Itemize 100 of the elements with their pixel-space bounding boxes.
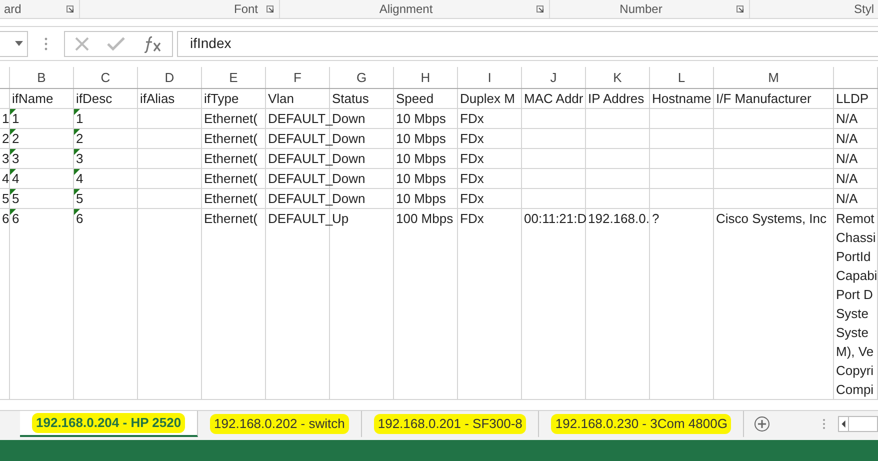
table-cell[interactable]: 10 Mbps [394,189,458,209]
table-cell[interactable] [586,189,650,209]
table-cell[interactable]: Down [330,109,394,129]
table-cell[interactable]: N/A [834,109,878,129]
table-cell[interactable]: ifDesc [74,89,138,109]
table-cell[interactable] [650,129,714,149]
table-cell[interactable]: Ethernet( [202,169,266,189]
table-cell[interactable]: 4 [10,169,74,189]
table-cell[interactable]: 10 Mbps [394,169,458,189]
table-cell[interactable] [650,169,714,189]
table-cell[interactable]: 3 [74,149,138,169]
table-cell[interactable]: I/F Manufacturer [714,89,834,109]
table-cell[interactable]: 192.168.0. [586,209,650,400]
table-cell[interactable]: 3 [0,149,10,169]
table-cell[interactable] [138,209,202,400]
table-cell[interactable]: Down [330,189,394,209]
table-cell[interactable]: 100 Mbps [394,209,458,400]
name-box[interactable] [0,30,28,56]
table-cell[interactable]: FDx [458,189,522,209]
enter-icon[interactable] [107,36,126,50]
column-header[interactable]: C [100,68,110,88]
table-cell[interactable]: Status [330,89,394,109]
table-cell[interactable] [586,129,650,149]
table-cell[interactable] [714,149,834,169]
column-header[interactable]: L [678,68,686,88]
column-header[interactable]: I [488,68,492,88]
table-cell[interactable] [714,189,834,209]
table-cell[interactable]: Duplex M [458,89,522,109]
table-cell[interactable]: 1 [10,109,74,129]
table-cell[interactable]: Down [330,169,394,189]
column-header[interactable]: E [229,68,238,88]
table-cell[interactable]: ifAlias [138,89,202,109]
table-cell[interactable]: Vlan [266,89,330,109]
table-cell[interactable]: 2 [10,129,74,149]
add-sheet-icon[interactable] [754,416,770,432]
table-cell[interactable]: 4 [0,169,10,189]
table-cell[interactable] [714,169,834,189]
table-cell[interactable] [138,129,202,149]
column-header[interactable]: H [420,68,430,88]
table-cell[interactable]: Ethernet( [202,209,266,400]
table-cell[interactable]: 6 [10,209,74,400]
table-cell[interactable] [714,129,834,149]
table-cell[interactable]: Up [330,209,394,400]
column-header[interactable]: J [550,68,557,88]
table-cell[interactable]: FDx [458,209,522,400]
table-cell[interactable]: 6 [0,209,10,400]
horizontal-scrollbar[interactable] [838,416,878,432]
table-cell[interactable]: Ethernet( [202,129,266,149]
table-cell[interactable]: Ethernet( [202,189,266,209]
table-cell[interactable]: IP Addres [586,89,650,109]
dialog-launcher-icon[interactable] [536,4,545,14]
table-cell[interactable]: 3 [10,149,74,169]
table-cell[interactable]: ? [650,209,714,400]
table-cell[interactable]: 00:11:21:D [522,209,586,400]
table-cell[interactable]: Speed [394,89,458,109]
column-header[interactable]: K [613,68,622,88]
table-cell[interactable] [0,89,10,109]
dialog-launcher-icon[interactable] [266,4,275,14]
column-header[interactable]: F [294,68,302,88]
table-cell[interactable]: N/A [834,149,878,169]
function-icon[interactable] [143,34,164,52]
table-cell[interactable] [650,149,714,169]
column-header[interactable]: D [164,68,174,88]
table-cell[interactable]: 10 Mbps [394,129,458,149]
table-cell[interactable] [586,109,650,129]
table-cell[interactable]: FDx [458,169,522,189]
column-header[interactable]: M [768,68,779,88]
sheet-tab[interactable]: 192.168.0.204 - HP 2520 [20,411,198,437]
column-header[interactable]: B [37,68,46,88]
table-cell[interactable]: Down [330,149,394,169]
table-cell[interactable] [650,109,714,129]
table-cell[interactable] [586,169,650,189]
table-cell[interactable]: FDx [458,149,522,169]
formula-input[interactable]: ifIndex [177,30,878,56]
table-cell[interactable]: 10 Mbps [394,109,458,129]
table-cell[interactable]: LLDP [834,89,878,109]
table-cell[interactable]: Ethernet( [202,109,266,129]
table-cell[interactable] [522,129,586,149]
table-cell[interactable] [138,109,202,129]
table-cell[interactable]: 5 [0,189,10,209]
table-cell[interactable] [138,169,202,189]
table-cell[interactable]: Remot Chassi PortId Capabi Port D Syste Syste M), Ve Copyri Compi [834,209,878,400]
table-cell[interactable]: 1 [74,109,138,129]
table-cell[interactable] [522,189,586,209]
table-cell[interactable]: 5 [10,189,74,209]
table-cell[interactable] [714,109,834,129]
table-cell[interactable]: FDx [458,129,522,149]
table-cell[interactable]: Ethernet( [202,149,266,169]
table-cell[interactable]: FDx [458,109,522,129]
table-cell[interactable] [522,109,586,129]
table-cell[interactable] [522,149,586,169]
table-cell[interactable] [138,189,202,209]
table-cell[interactable] [650,189,714,209]
dialog-launcher-icon[interactable] [66,4,75,14]
table-cell[interactable]: 6 [74,209,138,400]
table-cell[interactable] [586,149,650,169]
table-cell[interactable]: 10 Mbps [394,149,458,169]
table-cell[interactable]: 4 [74,169,138,189]
table-cell[interactable] [138,149,202,169]
table-cell[interactable]: Cisco Systems, Inc [714,209,834,400]
